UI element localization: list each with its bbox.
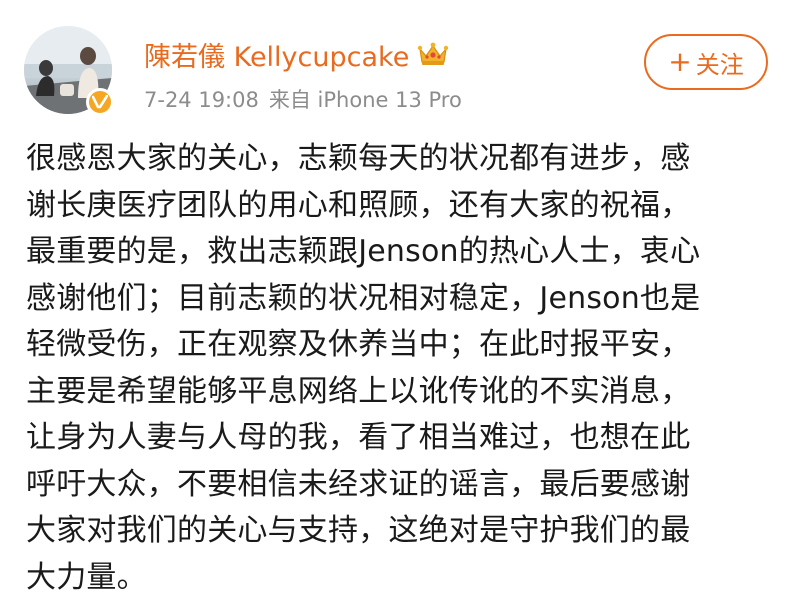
post-body: 很感恩大家的关心，志颖每天的状况都有进步，感 谢长庚医疗团队的用心和照顾，还有大… xyxy=(26,136,786,601)
post-text-line: 很感恩大家的关心，志颖每天的状况都有进步，感 xyxy=(26,141,691,176)
post-source: 来自 iPhone 13 Pro xyxy=(268,88,462,112)
post-text-line: 谢长庚医疗团队的用心和照顾，还有大家的祝福， xyxy=(26,187,691,223)
avatar-container[interactable] xyxy=(24,26,116,118)
author-row: 陳若儀 Kellycupcake xyxy=(144,35,449,74)
follow-button[interactable]: + 关注 xyxy=(644,34,768,90)
plus-icon: + xyxy=(668,45,692,78)
follow-button-label: 关注 xyxy=(695,50,744,79)
post-text-line: 感谢他们；目前志颖的状况相对稳定，Jenson也是 xyxy=(26,280,701,316)
author-name[interactable]: 陳若儀 Kellycupcake xyxy=(144,35,409,74)
post-text-line: 主要是希望能够平息网络上以讹传讹的不实消息， xyxy=(26,373,691,409)
crown-icon xyxy=(417,41,449,67)
post-text-line: 大力量。 xyxy=(26,559,147,595)
post-meta: 7-24 19:08 来自 iPhone 13 Pro xyxy=(144,84,462,114)
verified-v-icon xyxy=(86,88,114,116)
post-text-line: 最重要的是，救出志颖跟Jenson的热心人士，衷心 xyxy=(26,234,701,269)
post-timestamp: 7-24 19:08 xyxy=(144,88,259,112)
post-text-line: 轻微受伤，正在观察及休养当中；在此时报平安， xyxy=(26,327,691,362)
weibo-post: 陳若儀 Kellycupcake 7-24 19:08 来自 iPhone 13 … xyxy=(0,0,800,602)
post-text-line: 呼吁大众，不要相信未经求证的谣言，最后要感谢 xyxy=(26,466,691,502)
post-text-line: 大家对我们的关心与支持，这绝对是守护我们的最 xyxy=(26,513,691,548)
post-text-line: 让身为人妻与人母的我，看了相当难过，也想在此 xyxy=(26,420,691,455)
